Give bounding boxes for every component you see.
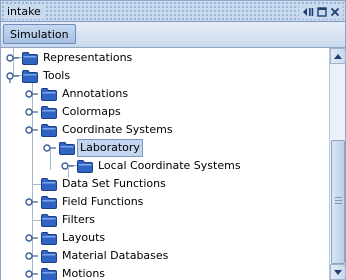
simulation-tree[interactable]: Representations Tools Annotations Colorm… (0, 48, 330, 280)
toolbar: Simulation (0, 22, 346, 48)
folder-icon (41, 267, 57, 280)
close-icon[interactable] (330, 7, 340, 17)
maximize-icon[interactable] (317, 6, 327, 17)
minimize-restore-icon[interactable] (302, 7, 314, 17)
collapse-handle-icon[interactable] (25, 123, 39, 137)
expand-handle-icon[interactable] (25, 87, 39, 101)
tab-simulation[interactable]: Simulation (3, 24, 76, 44)
tree-item-local-coordinate-systems[interactable]: Local Coordinate Systems (61, 157, 241, 175)
folder-icon (41, 177, 57, 191)
tree-item-tools[interactable]: Tools (6, 67, 70, 85)
scroll-up-button[interactable] (330, 48, 346, 64)
expand-handle-icon[interactable] (25, 249, 39, 263)
folder-icon (41, 213, 57, 227)
tree-item-colormaps[interactable]: Colormaps (25, 103, 121, 121)
tree-item-label: Filters (62, 213, 95, 226)
tree-item-label: Layouts (62, 231, 106, 244)
arrow-down-icon (334, 269, 342, 275)
scroll-thumb[interactable] (331, 140, 345, 264)
collapse-handle-icon[interactable] (6, 69, 20, 83)
folder-icon (59, 141, 75, 155)
tree-item-label-selected: Laboratory (77, 139, 143, 157)
expand-handle-icon[interactable] (6, 51, 20, 65)
grip-line (335, 200, 342, 201)
tree-item-motions[interactable]: Motions (25, 265, 105, 280)
window-title-bar[interactable]: intake (0, 0, 346, 22)
tree-item-laboratory[interactable]: Laboratory (43, 139, 143, 157)
folder-icon (77, 159, 93, 173)
tree-item-data-set-functions[interactable]: Data Set Functions (41, 175, 166, 193)
tree-item-annotations[interactable]: Annotations (25, 85, 128, 103)
collapse-handle-icon[interactable] (43, 141, 57, 155)
arrow-up-icon (334, 53, 342, 59)
tree-item-representations[interactable]: Representations (6, 49, 132, 67)
tree-item-label: Motions (62, 267, 106, 280)
folder-icon (41, 123, 57, 137)
tree-item-label: Representations (43, 51, 133, 64)
folder-icon (41, 195, 57, 209)
scroll-down-button[interactable] (330, 264, 346, 280)
folder-icon (41, 231, 57, 245)
folder-icon (41, 249, 57, 263)
tree-item-label: Tools (43, 69, 71, 82)
tree-item-field-functions[interactable]: Field Functions (25, 193, 143, 211)
tree-item-label: Data Set Functions (62, 177, 166, 190)
window-controls (299, 4, 343, 19)
tree-item-label: Field Functions (62, 195, 144, 208)
tree-item-label: Colormaps (62, 105, 121, 118)
expand-handle-icon[interactable] (25, 195, 39, 209)
expand-handle-icon[interactable] (25, 231, 39, 245)
tree-item-layouts[interactable]: Layouts (25, 229, 105, 247)
folder-icon (22, 51, 38, 65)
folder-icon (22, 69, 38, 83)
folder-icon (41, 87, 57, 101)
vertical-scrollbar[interactable] (329, 48, 346, 280)
expand-handle-icon[interactable] (25, 105, 39, 119)
window-title: intake (4, 4, 44, 19)
expand-handle-icon[interactable] (61, 159, 75, 173)
tree-item-label: Annotations (62, 87, 129, 100)
tree-item-material-databases[interactable]: Material Databases (25, 247, 168, 265)
grip-line (335, 203, 342, 204)
expand-handle-icon[interactable] (25, 267, 39, 280)
tree-item-label: Coordinate Systems (62, 123, 173, 136)
folder-icon (41, 105, 57, 119)
tree-item-label: Material Databases (62, 249, 169, 262)
tree-item-coordinate-systems[interactable]: Coordinate Systems (25, 121, 173, 139)
tree-item-label: Local Coordinate Systems (98, 159, 241, 172)
grip-line (335, 197, 342, 198)
tree-item-filters[interactable]: Filters (41, 211, 95, 229)
